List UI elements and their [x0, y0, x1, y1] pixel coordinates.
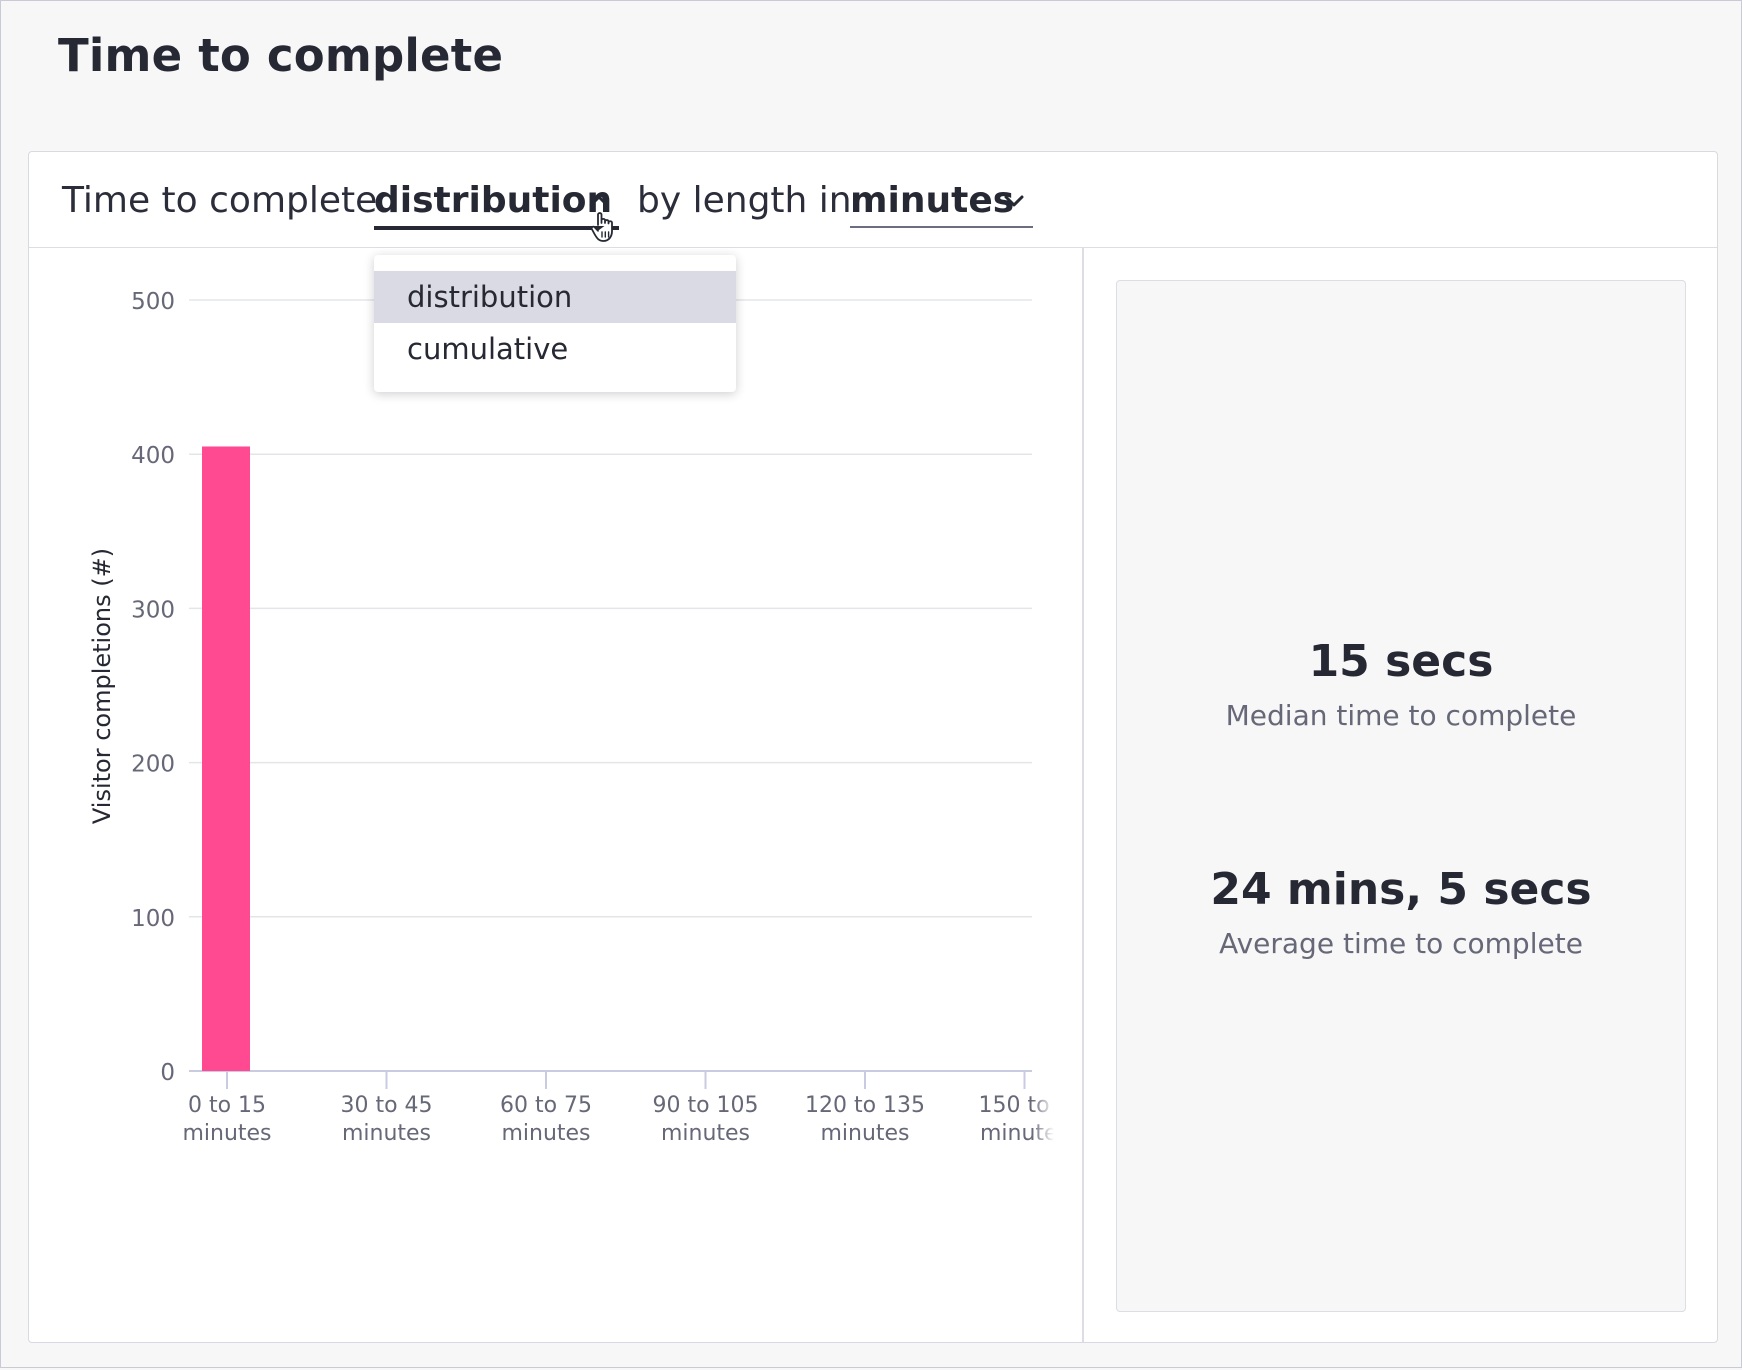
x-tick-label: 0 to 15	[188, 1093, 266, 1118]
chart-type-dropdown-menu: distribution cumulative	[374, 255, 736, 392]
x-tick-label: 30 to 45	[340, 1093, 432, 1118]
hand-pointer-cursor-icon	[590, 212, 613, 242]
bar-chart: 0 100 200 300 400 500 Visitor completions (#) 0…	[88, 289, 1082, 1172]
x-tick-label: minutes	[820, 1121, 909, 1146]
y-tick-label: 500	[131, 289, 175, 315]
x-tick-label: minutes	[342, 1121, 431, 1146]
average-time-value: 24 mins, 5 secs	[1210, 864, 1592, 915]
median-time-value: 15 secs	[1308, 636, 1494, 687]
median-time-label: Median time to complete	[1225, 699, 1577, 732]
stats-panel: 15 secs Median time to complete 24 mins,…	[1116, 280, 1686, 1312]
x-tick-label: minutes	[182, 1121, 271, 1146]
panel-divider	[1082, 248, 1084, 1342]
y-tick-label: 0	[160, 1060, 175, 1086]
x-tick-label: minutes	[661, 1121, 750, 1146]
y-axis-title: Visitor completions (#)	[88, 548, 116, 824]
time-to-complete-card: Time to complete distribution by length …	[28, 151, 1718, 1343]
x-tick-label: 90 to 105	[652, 1093, 758, 1118]
label-fade-mask	[1032, 1087, 1054, 1147]
x-tick-label: 60 to 75	[500, 1093, 592, 1118]
y-tick-label: 400	[131, 443, 175, 469]
chart-area: 0 100 200 300 400 500 Visitor completions (#) 0…	[29, 248, 1082, 1342]
label-clip-mask	[1054, 1052, 1082, 1172]
bar	[202, 446, 250, 1071]
x-tick-label: minutes	[501, 1121, 590, 1146]
y-tick-label: 100	[131, 906, 175, 932]
y-tick-label: 200	[131, 752, 175, 778]
dropdown-option-cumulative[interactable]: cumulative	[374, 323, 736, 375]
y-tick-label: 300	[131, 597, 175, 623]
window-frame: Time to complete Time to complete distri…	[0, 0, 1742, 1368]
average-time-label: Average time to complete	[1219, 927, 1583, 960]
x-tick-label: 120 to 135	[805, 1093, 925, 1118]
dropdown-option-distribution[interactable]: distribution	[374, 271, 736, 323]
